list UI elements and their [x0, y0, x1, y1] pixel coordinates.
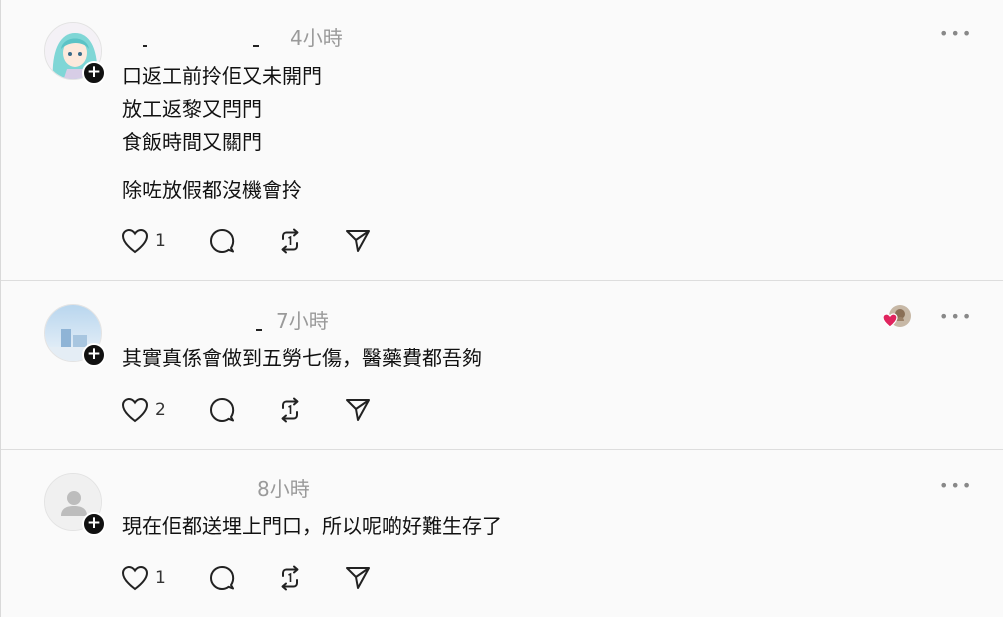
timestamp: 8小時 [257, 477, 310, 501]
repost-button[interactable] [277, 564, 303, 592]
follow-plus-icon[interactable]: + [82, 61, 106, 85]
comment-text-line: 現在佢都送埋上門口，所以呢啲好難生存了 [122, 514, 502, 538]
repost-icon [281, 397, 299, 423]
reply-button[interactable] [209, 227, 235, 255]
heart-icon [121, 397, 149, 423]
comment-feed: + 4小時 ••• 口返工前拎佢又未開門 放工返黎又閂門 食飯時間又關門 除咗放… [0, 0, 1003, 617]
avatar[interactable]: + [44, 304, 106, 367]
reply-button[interactable] [209, 564, 235, 592]
comment-icon [210, 566, 235, 590]
comment-icon [210, 229, 235, 253]
share-button[interactable] [345, 227, 371, 255]
comment-text-line: 食飯時間又關門 [122, 130, 262, 154]
send-icon [346, 230, 370, 252]
send-icon [346, 399, 370, 421]
repost-button[interactable] [277, 227, 303, 255]
like-button[interactable]: 2 [121, 396, 166, 424]
repost-icon [281, 565, 299, 591]
repost-icon [281, 228, 299, 254]
heart-icon [121, 228, 149, 254]
liked-by-author-avatar [882, 302, 913, 332]
send-icon [346, 567, 370, 589]
like-count: 1 [155, 231, 166, 251]
reply-button[interactable] [209, 396, 235, 424]
follow-plus-icon[interactable]: + [82, 343, 106, 367]
more-dots-icon[interactable]: ••• [939, 24, 973, 43]
timestamp: 7小時 [276, 309, 329, 333]
username-redacted[interactable] [143, 42, 263, 48]
timestamp: 4小時 [290, 26, 343, 50]
avatar[interactable]: + [44, 22, 106, 85]
avatar[interactable]: + [44, 473, 106, 536]
comment-text-line: 其實真係會做到五勞七傷，醫藥費都吾夠 [122, 346, 482, 370]
follow-plus-icon[interactable]: + [82, 512, 106, 536]
like-count: 2 [155, 400, 166, 420]
like-button[interactable]: 1 [121, 564, 166, 592]
heart-icon [121, 565, 149, 591]
username-redacted[interactable] [256, 326, 266, 332]
share-button[interactable] [345, 564, 371, 592]
repost-button[interactable] [277, 396, 303, 424]
comment-text-line: 口返工前拎佢又未開門 [122, 64, 322, 88]
more-dots-icon[interactable]: ••• [939, 476, 973, 495]
comment-text-line: 除咗放假都沒機會拎 [122, 178, 302, 202]
like-button[interactable]: 1 [121, 227, 166, 255]
comment-text-line: 放工返黎又閂門 [122, 97, 262, 121]
comment-icon [210, 398, 235, 422]
like-count: 1 [155, 568, 166, 588]
more-dots-icon[interactable]: ••• [939, 307, 973, 326]
share-button[interactable] [345, 396, 371, 424]
